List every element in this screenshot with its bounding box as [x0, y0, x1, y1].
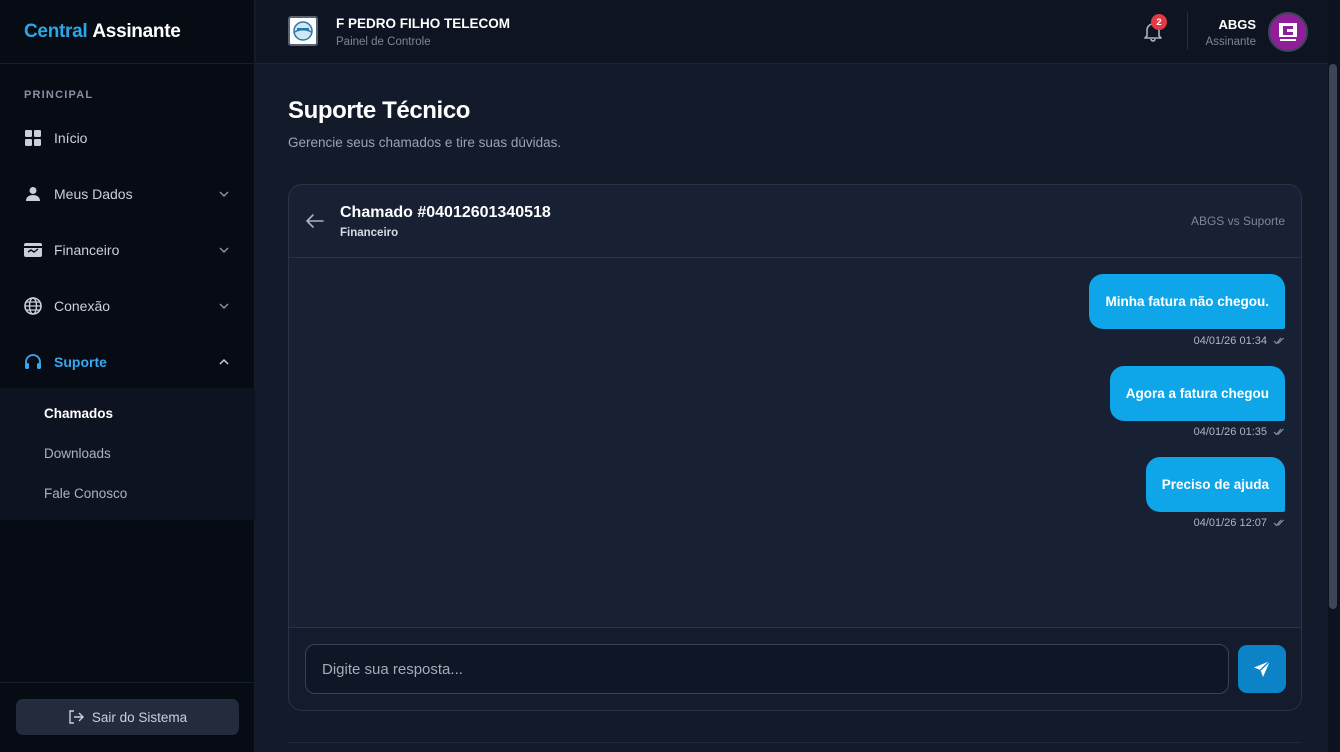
chevron-down-icon [219, 191, 229, 198]
logout-icon [69, 710, 84, 724]
submenu-item-downloads[interactable]: Downloads [44, 446, 111, 461]
sidebar-footer: Sair do Sistema [0, 682, 255, 752]
sidebar-item-label: Meus Dados [54, 186, 133, 202]
send-button[interactable] [1238, 645, 1286, 693]
reply-input[interactable] [305, 644, 1229, 694]
sidebar-item-financeiro[interactable]: Financeiro [0, 222, 255, 278]
message-bubble: Minha fatura não chegou. [1089, 274, 1285, 329]
sidebar-item-inicio[interactable]: Início [0, 110, 255, 166]
submenu-item-chamados[interactable]: Chamados [44, 406, 113, 421]
ticket-parties: ABGS vs Suporte [1190, 214, 1285, 228]
user-icon [24, 185, 42, 203]
message-meta: 04/01/26 12:07 [1194, 517, 1285, 529]
arrow-left-icon[interactable] [305, 212, 325, 230]
brand-logo[interactable]: Central Assinante [0, 0, 254, 64]
send-icon [1254, 660, 1271, 677]
reply-composer [289, 627, 1301, 710]
topbar: F PEDRO FILHO TELECOM Painel de Controle… [256, 0, 1328, 64]
grid-icon [24, 129, 42, 147]
submenu-item-fale-conosco[interactable]: Fale Conosco [44, 486, 127, 501]
wallet-icon [24, 241, 42, 259]
message-bubble: Preciso de ajuda [1145, 457, 1285, 512]
org-logo [288, 16, 318, 46]
message-meta: 04/01/26 01:35 [1194, 426, 1285, 438]
sidebar-item-meus-dados[interactable]: Meus Dados [0, 166, 255, 222]
chat-header: Chamado #04012601340518 Financeiro ABGS … [289, 185, 1301, 258]
double-check-icon [1273, 519, 1284, 527]
brand-name: Assinante [92, 20, 181, 42]
message-bubble: Agora a fatura chegou [1109, 366, 1285, 421]
scrollbar-thumb[interactable] [1329, 64, 1337, 609]
message-time: 04/01/26 12:07 [1193, 517, 1267, 529]
sidebar: Central Assinante PRINCIPAL Início Meus … [0, 0, 255, 752]
org-subtitle: Painel de Controle [336, 36, 431, 48]
ticket-category: Financeiro [340, 227, 399, 239]
chevron-down-icon [219, 247, 229, 254]
divider [1187, 12, 1188, 50]
double-check-icon [1273, 337, 1284, 345]
user-role: Assinante [1205, 36, 1256, 48]
logout-button[interactable]: Sair do Sistema [16, 699, 239, 735]
notification-badge: 2 [1151, 14, 1167, 30]
org-name: F PEDRO FILHO TELECOM [336, 16, 510, 31]
headset-icon [24, 353, 42, 371]
divider [288, 742, 1302, 743]
globe-icon [24, 297, 42, 315]
brand-accent: Central [24, 20, 88, 42]
sidebar-item-suporte[interactable]: Suporte [0, 334, 255, 390]
ticket-title: Chamado #04012601340518 [340, 204, 551, 221]
message-time: 04/01/26 01:35 [1193, 426, 1267, 438]
section-label: PRINCIPAL [24, 89, 94, 101]
logout-label: Sair do Sistema [91, 709, 188, 725]
sidebar-item-label: Início [54, 130, 88, 146]
sidebar-item-label: Financeiro [54, 242, 120, 258]
double-check-icon [1273, 428, 1284, 436]
avatar[interactable] [1268, 12, 1308, 52]
message-time: 04/01/26 01:34 [1193, 335, 1267, 347]
chevron-down-icon [219, 303, 229, 310]
page-title: Suporte Técnico [288, 97, 471, 124]
user-name: ABGS [1218, 17, 1256, 32]
message-meta: 04/01/26 01:34 [1194, 335, 1285, 347]
sidebar-item-label: Suporte [54, 354, 107, 370]
sidebar-item-conexao[interactable]: Conexão [0, 278, 255, 334]
chevron-up-icon [219, 358, 229, 365]
ticket-chat: Chamado #04012601340518 Financeiro ABGS … [288, 184, 1302, 711]
page-subtitle: Gerencie seus chamados e tire suas dúvid… [288, 135, 562, 150]
sidebar-item-label: Conexão [54, 298, 111, 314]
suporte-submenu: Chamados Downloads Fale Conosco [0, 388, 255, 520]
